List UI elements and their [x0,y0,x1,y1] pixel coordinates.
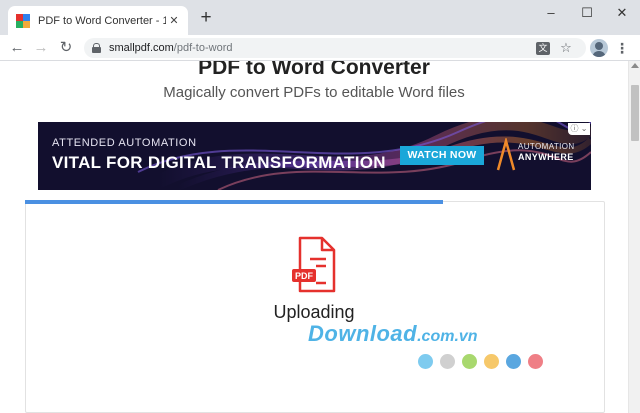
lock-icon[interactable] [92,43,101,53]
watermark-main: Download [308,321,418,346]
browser-toolbar: ← → ↻ smallpdf.com/pdf-to-word 文 ☆ ⋮ [0,35,640,61]
tab-title: PDF to Word Converter - 100% F [38,14,166,27]
vertical-scrollbar[interactable] [628,61,640,413]
tab-strip: PDF to Word Converter - 100% F ✕ + – ☐ ✕ [0,0,640,35]
address-bar[interactable]: smallpdf.com/pdf-to-word 文 ☆ [84,38,586,58]
tab-close-icon[interactable]: ✕ [166,13,182,29]
ad-brand-line2: ANYWHERE [518,152,574,162]
watch-now-button[interactable]: WATCH NOW [400,146,484,165]
watermark-dots [418,354,543,369]
bookmark-star-icon[interactable]: ☆ [558,40,574,56]
close-window-button[interactable]: ✕ [612,4,632,22]
page-subtitle: Magically convert PDFs to editable Word … [163,84,465,101]
scroll-up-arrow-icon[interactable] [631,63,639,68]
automation-anywhere-logo: AUTOMATION ANYWHERE [496,136,586,176]
scroll-thumb[interactable] [631,85,639,141]
watermark-domain: .com.vn [417,328,478,345]
smallpdf-favicon-icon [16,13,30,28]
translate-icon[interactable]: 文 [536,42,550,55]
back-button[interactable]: ← [6,37,28,59]
ad-banner[interactable]: ATTENDED AUTOMATION VITAL FOR DIGITAL TR… [38,122,591,190]
ad-info-icon[interactable]: ⓘ ⌄ [568,123,590,135]
ad-headline-small: ATTENDED AUTOMATION [52,137,197,149]
new-tab-button[interactable]: + [196,8,216,28]
url-path: /pdf-to-word [173,42,233,54]
automation-anywhere-a-icon [496,138,516,171]
ad-brand-line1: AUTOMATION [518,142,575,151]
upload-progress-bar [25,200,605,204]
watermark-dot [484,354,499,369]
page-title: PDF to Word Converter [198,61,430,79]
profile-avatar[interactable] [590,39,608,57]
watermark-dot [528,354,543,369]
watermark: Download.com.vn [308,321,478,347]
pdf-file-icon: PDF [292,236,336,293]
watermark-dot [506,354,521,369]
upload-status-text: Uploading [273,302,355,322]
minimize-button[interactable]: – [541,4,561,22]
watermark-dot [462,354,477,369]
browser-menu-icon[interactable]: ⋮ [614,37,630,59]
watermark-dot [418,354,433,369]
ad-headline-large: VITAL FOR DIGITAL TRANSFORMATION [52,153,386,172]
watermark-dot [440,354,455,369]
pdf-badge-label: PDF [295,271,314,281]
upload-progress-fill [25,200,443,204]
forward-button[interactable]: → [30,37,52,59]
browser-tab[interactable]: PDF to Word Converter - 100% F ✕ [8,6,188,35]
reload-button[interactable]: ↻ [55,37,77,59]
maximize-button[interactable]: ☐ [577,4,597,22]
url-host: smallpdf.com [109,42,174,54]
